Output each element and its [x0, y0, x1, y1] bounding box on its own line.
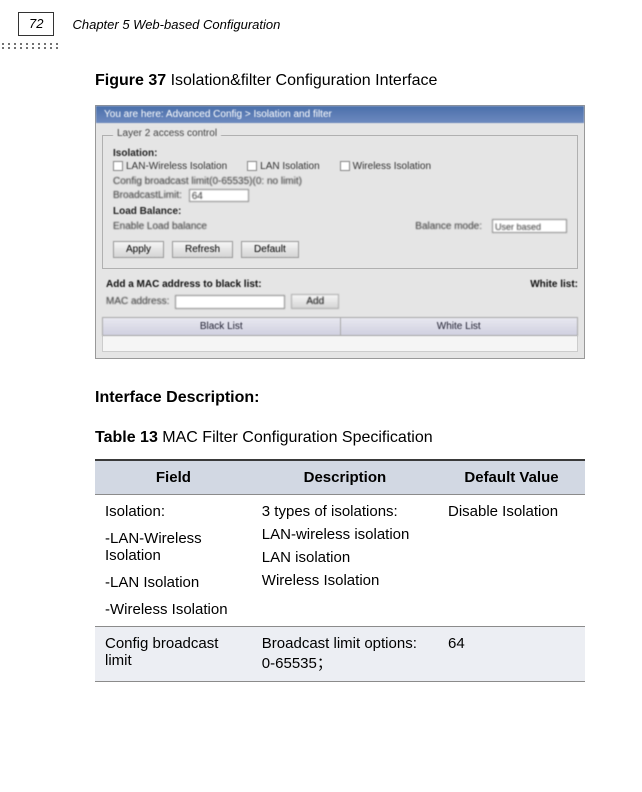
- cell-isolation-field: Isolation: -LAN-Wireless Isolation -LAN …: [95, 495, 252, 627]
- page-number-box: 72: [18, 12, 54, 36]
- table-row: Config broadcast limit Broadcast limit o…: [95, 627, 585, 682]
- white-list-header: White List: [341, 318, 578, 335]
- table-header-row: Field Description Default Value: [95, 460, 585, 495]
- layer-legend: Layer 2 access control: [113, 128, 221, 139]
- broadcast-limit-row: BroadcastLimit: 64: [113, 189, 567, 202]
- mac-input-row: MAC address: Add: [106, 294, 578, 309]
- cell-broadcast-desc: Broadcast limit options: 0-65535；: [252, 627, 438, 682]
- cell-isolation-default: Disable Isolation: [438, 495, 585, 627]
- list-body: [102, 336, 578, 352]
- table-label: Table 13: [95, 429, 158, 446]
- figure-label: Figure 37: [95, 72, 166, 89]
- panel-inner: Layer 2 access control Isolation: LAN-Wi…: [96, 123, 584, 358]
- figure-text: Isolation&filter Configuration Interface: [166, 72, 437, 89]
- page-header: 72 Chapter 5 Web-based Configuration: [0, 0, 642, 40]
- broadcast-limit-input[interactable]: 64: [189, 189, 249, 202]
- isolation-options-row: LAN-Wireless Isolation LAN Isolation Wir…: [113, 161, 567, 172]
- page-content: Figure 37 Isolation&filter Configuration…: [0, 52, 642, 682]
- cell-isolation-desc: 3 types of isolations: LAN-wireless isol…: [252, 495, 438, 627]
- config-panel: You are here: Advanced Config > Isolatio…: [95, 105, 585, 359]
- th-description: Description: [252, 460, 438, 495]
- cell-broadcast-default: 64: [438, 627, 585, 682]
- default-button[interactable]: Default: [241, 241, 299, 258]
- checkbox-lan-wireless[interactable]: LAN-Wireless Isolation: [113, 161, 227, 172]
- load-balance-row: Enable Load balance Balance mode: User b…: [113, 219, 567, 233]
- list-headers: Black List White List: [102, 317, 578, 336]
- broadcast-limit-label: BroadcastLimit:: [113, 190, 182, 201]
- button-row: Apply Refresh Default: [113, 241, 567, 258]
- th-default: Default Value: [438, 460, 585, 495]
- layer2-box: Layer 2 access control Isolation: LAN-Wi…: [102, 135, 578, 269]
- balance-mode-label: Balance mode:: [415, 221, 482, 232]
- isolation-section-label: Isolation:: [113, 148, 567, 159]
- table-caption-text: MAC Filter Configuration Specification: [158, 429, 433, 446]
- interface-description-heading: Interface Description:: [95, 389, 612, 407]
- checkbox-wireless[interactable]: Wireless Isolation: [340, 161, 431, 172]
- checkbox-lan[interactable]: LAN Isolation: [247, 161, 319, 172]
- black-list-header: Black List: [103, 318, 341, 335]
- balance-mode-select[interactable]: User based: [492, 219, 567, 233]
- spec-table: Field Description Default Value Isolatio…: [95, 459, 585, 682]
- refresh-button[interactable]: Refresh: [172, 241, 233, 258]
- load-balance-label: Load Balance:: [113, 206, 567, 217]
- table-caption: Table 13 MAC Filter Configuration Specif…: [95, 429, 612, 447]
- th-field: Field: [95, 460, 252, 495]
- cell-broadcast-field: Config broadcast limit: [95, 627, 252, 682]
- table-row: Isolation: -LAN-Wireless Isolation -LAN …: [95, 495, 585, 627]
- figure-caption: Figure 37 Isolation&filter Configuration…: [95, 72, 612, 90]
- apply-button[interactable]: Apply: [113, 241, 164, 258]
- config-broadcast-hint: Config broadcast limit(0-65535)(0: no li…: [113, 176, 567, 187]
- mac-address-input[interactable]: [175, 295, 285, 309]
- checkbox-enable-lb[interactable]: Enable Load balance: [113, 221, 207, 232]
- mac-address-label: MAC address:: [106, 296, 169, 307]
- chapter-title: Chapter 5 Web-based Configuration: [72, 17, 280, 32]
- add-button[interactable]: Add: [291, 294, 339, 309]
- add-mac-row: Add a MAC address to black list: White l…: [106, 279, 578, 290]
- page-number: 72: [29, 16, 43, 31]
- white-list-label: White list:: [530, 279, 578, 290]
- add-mac-label: Add a MAC address to black list:: [106, 279, 262, 290]
- dotted-decoration: [0, 42, 642, 52]
- breadcrumb: You are here: Advanced Config > Isolatio…: [96, 106, 584, 123]
